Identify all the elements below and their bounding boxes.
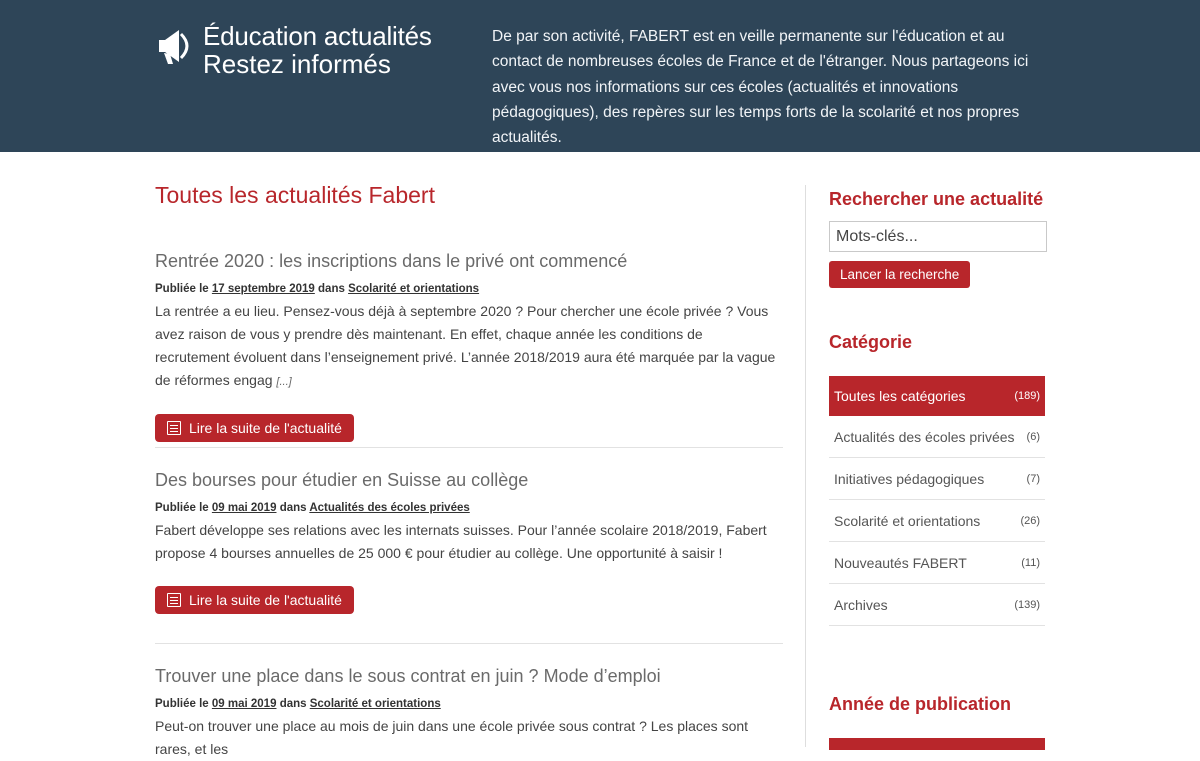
article-date-link[interactable]: 09 mai 2019 (212, 698, 277, 710)
category-item-initiatives[interactable]: Initiatives pédagogiques (7) (829, 458, 1045, 500)
megaphone-icon (159, 30, 189, 64)
article-title[interactable]: Rentrée 2020 : les inscriptions dans le … (155, 251, 783, 272)
category-item-archives[interactable]: Archives (139) (829, 584, 1045, 626)
ellipsis: [...] (276, 376, 292, 388)
article-excerpt: La rentrée a eu lieu. Pensez-vous déjà à… (155, 303, 776, 388)
header-description: De par son activité, FABERT est en veill… (492, 28, 1029, 147)
read-more-button[interactable]: Lire la suite de l'actualité (155, 586, 354, 614)
header-title: Éducation actualités (203, 21, 432, 51)
search-input[interactable] (829, 221, 1047, 252)
site-header: Éducation actualités Restez informés De … (0, 0, 1200, 152)
article-title[interactable]: Des bourses pour étudier en Suisse au co… (155, 470, 783, 491)
article-date-link[interactable]: 09 mai 2019 (212, 502, 277, 514)
year-item-active[interactable] (829, 738, 1045, 750)
category-heading: Catégorie (829, 332, 913, 352)
search-heading: Rechercher une actualité (829, 189, 1044, 209)
category-item-ecoles-privees[interactable]: Actualités des écoles privées (6) (829, 416, 1045, 458)
divider (155, 447, 783, 448)
year-heading: Année de publication (829, 694, 1012, 714)
search-button[interactable]: Lancer la recherche (829, 261, 971, 288)
article-item: Rentrée 2020 : les inscriptions dans le … (155, 251, 783, 442)
brand: Éducation actualités Restez informés (155, 22, 432, 78)
article-meta: Publiée le 09 mai 2019 dans Scolarité et… (155, 698, 441, 710)
article-category-link[interactable]: Actualités des écoles privées (309, 502, 469, 514)
category-item-nouveautes[interactable]: Nouveautés FABERT (11) (829, 542, 1045, 584)
article-excerpt: Fabert développe ses relations avec les … (155, 522, 767, 561)
article-category-link[interactable]: Scolarité et orientations (348, 283, 479, 295)
read-more-button[interactable]: Lire la suite de l'actualité (155, 414, 354, 442)
article-date-link[interactable]: 17 septembre 2019 (212, 283, 315, 295)
document-icon (167, 421, 181, 435)
category-list: Toutes les catégories (189) Actualités de… (829, 376, 1045, 626)
article-item: Des bourses pour étudier en Suisse au co… (155, 470, 783, 614)
article-meta: Publiée le 09 mai 2019 dans Actualités d… (155, 502, 470, 514)
category-item-scolarite[interactable]: Scolarité et orientations (26) (829, 500, 1045, 542)
document-icon (167, 593, 181, 607)
article-meta: Publiée le 17 septembre 2019 dans Scolar… (155, 283, 480, 295)
category-item-all[interactable]: Toutes les catégories (189) (829, 376, 1045, 416)
article-title[interactable]: Trouver une place dans le sous contrat e… (155, 666, 783, 687)
divider (155, 643, 783, 644)
page-title: Toutes les actualités Fabert (155, 182, 435, 208)
header-subtitle: Restez informés (203, 49, 391, 79)
column-separator (805, 185, 806, 747)
article-category-link[interactable]: Scolarité et orientations (310, 698, 441, 710)
article-excerpt: Peut-on trouver une place au mois de jui… (155, 718, 749, 757)
